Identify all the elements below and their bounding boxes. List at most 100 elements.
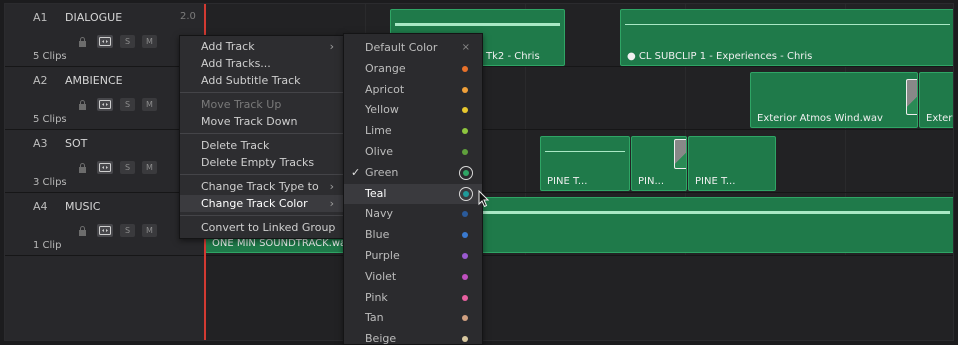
- audio-clip[interactable]: PINE T...: [688, 136, 776, 191]
- audio-clip[interactable]: PIN...: [631, 136, 687, 191]
- menu-divider: [180, 215, 344, 216]
- menu-item-move-track-up: Move Track Up: [201, 98, 282, 111]
- track-header-a1[interactable]: A1 DIALOGUE 2.0 S M 5 Clips: [5, 4, 205, 67]
- audio-clip[interactable]: Exterior: [919, 72, 953, 128]
- color-option-label: Apricot: [365, 82, 405, 96]
- track-header-a4[interactable]: A4 MUSIC S M 1 Clip: [5, 193, 205, 256]
- color-option-teal[interactable]: Teal: [344, 183, 482, 204]
- color-option-pink[interactable]: Pink: [344, 288, 482, 308]
- color-option-yellow[interactable]: Yellow: [344, 100, 482, 120]
- color-option-tan[interactable]: Tan: [344, 308, 482, 328]
- audio-clip[interactable]: PINE T...: [540, 136, 630, 191]
- clip-label: Exterior: [926, 113, 953, 124]
- auto-track-icon[interactable]: [97, 224, 113, 237]
- color-option-label: Yellow: [365, 103, 399, 117]
- color-swatch-icon: [462, 315, 468, 322]
- color-option-green[interactable]: Green ✓: [344, 163, 482, 183]
- color-option-navy[interactable]: Navy: [344, 204, 482, 224]
- color-option-label: Teal: [365, 186, 387, 200]
- solo-button[interactable]: S: [120, 98, 135, 111]
- clip-count: 1 Clip: [33, 240, 62, 251]
- color-option-label: Beige: [365, 332, 397, 345]
- mute-button[interactable]: M: [142, 35, 157, 48]
- clip-label: ● CL SUBCLIP 1 - Experiences - Chris: [627, 51, 813, 62]
- clip-label: PINE T...: [547, 176, 588, 187]
- track-name[interactable]: MUSIC: [65, 200, 100, 213]
- color-swatch-icon: [462, 232, 468, 239]
- color-option-purple[interactable]: Purple: [344, 246, 482, 266]
- clip-label: PIN...: [638, 176, 664, 187]
- menu-item-add-track[interactable]: Add Track ›: [180, 38, 344, 55]
- chevron-right-icon: ›: [329, 40, 334, 53]
- audio-clip[interactable]: Exterior Atmos Wind.wav: [750, 72, 918, 128]
- color-option-beige[interactable]: Beige: [344, 329, 482, 345]
- clip-label: Tk2 - Chris: [486, 51, 540, 62]
- color-swatch-icon: [462, 294, 468, 301]
- menu-item-add-subtitle-track[interactable]: Add Subtitle Track: [180, 72, 344, 89]
- track-name[interactable]: AMBIENCE: [65, 74, 123, 87]
- track-name[interactable]: SOT: [65, 137, 87, 150]
- color-option-violet[interactable]: Violet: [344, 267, 482, 287]
- color-option-label: Purple: [365, 249, 400, 262]
- color-option-lime[interactable]: Lime: [344, 121, 482, 141]
- color-option-label: Green: [365, 165, 399, 179]
- mute-button[interactable]: M: [142, 98, 157, 111]
- color-swatch-icon: [462, 107, 468, 114]
- solo-button[interactable]: S: [120, 35, 135, 48]
- track-id: A1: [33, 11, 48, 24]
- color-swatch-icon: [459, 165, 473, 180]
- empty-lane: [205, 256, 953, 340]
- color-option-apricot[interactable]: Apricot: [344, 80, 482, 100]
- lock-icon[interactable]: [75, 161, 90, 174]
- auto-track-icon[interactable]: [97, 161, 113, 174]
- track-color-submenu: Default Color × Orange Apricot Yellow Lime Oli…: [343, 33, 483, 345]
- menu-item-change-track-color[interactable]: Change Track Color ›: [180, 195, 344, 212]
- auto-track-icon[interactable]: [97, 98, 113, 111]
- menu-item-delete-empty-tracks[interactable]: Delete Empty Tracks: [180, 154, 344, 171]
- auto-track-icon[interactable]: [97, 35, 113, 48]
- audio-clip[interactable]: ● CL SUBCLIP 1 - Experiences - Chris: [620, 9, 953, 66]
- color-option-label: Blue: [365, 228, 390, 242]
- lock-icon[interactable]: [75, 98, 90, 111]
- menu-item-change-track-type[interactable]: Change Track Type to ›: [180, 178, 344, 195]
- clip-count: 5 Clips: [33, 51, 67, 62]
- lock-icon[interactable]: [75, 35, 90, 48]
- chevron-right-icon: ›: [329, 197, 334, 210]
- clip-label: Exterior Atmos Wind.wav: [757, 113, 883, 124]
- color-swatch-icon: [462, 65, 468, 72]
- menu-item-add-tracks[interactable]: Add Tracks...: [180, 55, 344, 72]
- checkmark-icon: ✓: [351, 165, 361, 179]
- track-name[interactable]: DIALOGUE: [65, 11, 122, 24]
- clip-label: ONE MIN SOUNDTRACK.wav: [212, 238, 353, 249]
- color-option-label: Lime: [365, 124, 392, 138]
- menu-item-move-track-down[interactable]: Move Track Down: [180, 113, 344, 130]
- color-option-label: Orange: [365, 61, 406, 75]
- lock-icon[interactable]: [75, 224, 90, 237]
- color-swatch-icon: [462, 253, 468, 259]
- color-swatch-icon: [462, 273, 468, 280]
- color-option-default-color[interactable]: Default Color ×: [344, 38, 482, 58]
- color-option-label: Tan: [365, 311, 384, 325]
- menu-divider: [180, 133, 344, 134]
- solo-button[interactable]: S: [120, 161, 135, 174]
- mute-button[interactable]: M: [142, 161, 157, 174]
- track-id: A3: [33, 137, 48, 150]
- track-header-a2[interactable]: A2 AMBIENCE S M 5 Clips: [5, 67, 205, 130]
- clip-count: 5 Clips: [33, 114, 67, 125]
- color-swatch-icon: [459, 186, 473, 201]
- menu-item-convert-linked-group[interactable]: Convert to Linked Group: [180, 219, 344, 236]
- menu-divider: [180, 92, 344, 93]
- close-icon: ×: [461, 42, 470, 53]
- color-option-orange[interactable]: Orange: [344, 59, 482, 79]
- color-swatch-icon: [462, 86, 468, 93]
- mute-button[interactable]: M: [142, 224, 157, 237]
- color-option-blue[interactable]: Blue: [344, 225, 482, 245]
- track-header-a3[interactable]: A3 SOT S M 3 Clips: [5, 130, 205, 193]
- color-option-olive[interactable]: Olive: [344, 142, 482, 162]
- menu-item-delete-track[interactable]: Delete Track: [180, 137, 344, 154]
- color-option-label: Default Color: [365, 41, 438, 54]
- track-context-menu: Add Track › Add Tracks... Add Subtitle Tr…: [179, 35, 345, 239]
- color-option-label: Navy: [365, 207, 393, 221]
- solo-button[interactable]: S: [120, 224, 135, 237]
- color-swatch-icon: [462, 336, 468, 343]
